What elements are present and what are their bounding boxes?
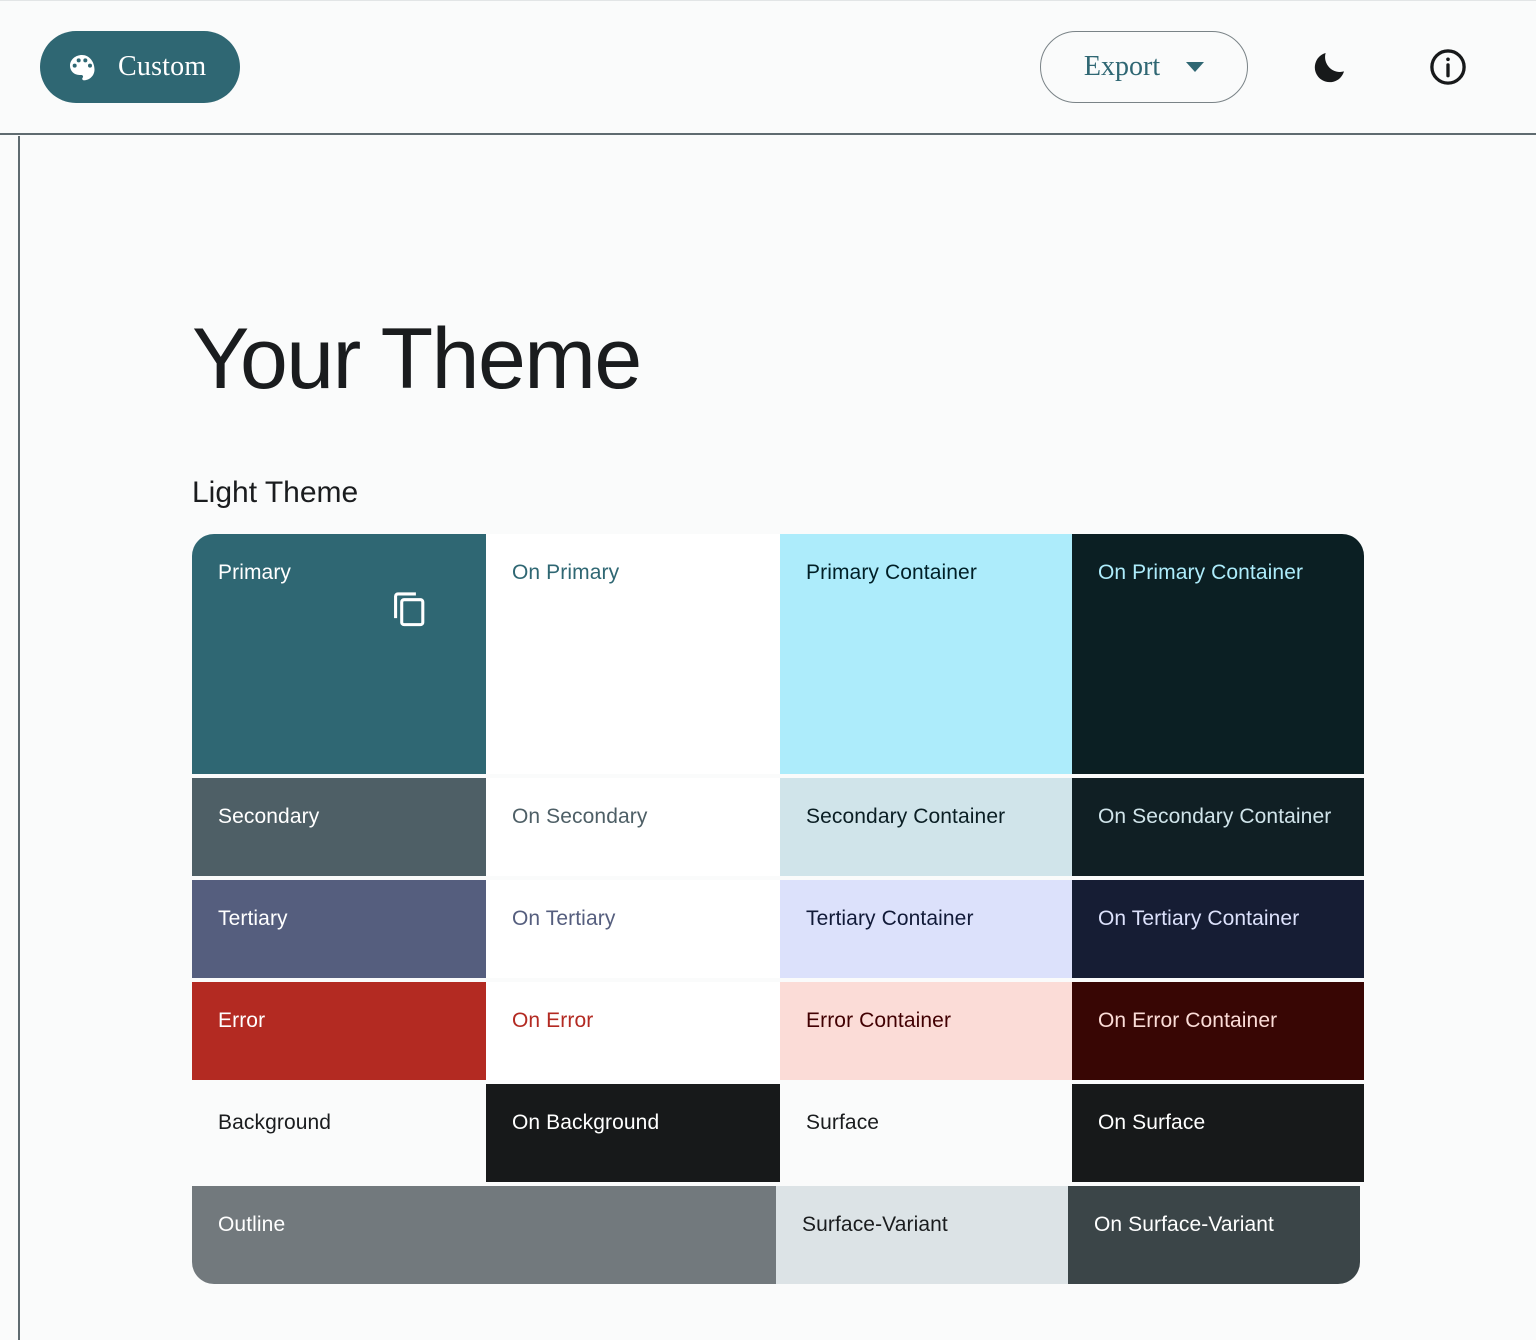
swatch-label: Error bbox=[218, 1008, 265, 1033]
swatch-label: On Surface bbox=[1098, 1110, 1205, 1135]
theme-mode-label: Light Theme bbox=[192, 476, 358, 510]
info-button[interactable] bbox=[1412, 31, 1484, 103]
outline-row: Outline Surface-Variant On Surface-Variant bbox=[192, 1186, 1364, 1284]
swatch-label: Primary bbox=[218, 560, 291, 585]
custom-theme-button-label: Custom bbox=[118, 51, 206, 83]
color-swatch-grid: Primary On Primary Primary Container On Pri… bbox=[192, 534, 1364, 1284]
swatch-on-surface[interactable]: On Surface bbox=[1072, 1084, 1364, 1182]
info-circle-icon bbox=[1427, 46, 1469, 88]
swatch-on-primary-container[interactable]: On Primary Container bbox=[1072, 534, 1364, 774]
swatch-label: On Tertiary Container bbox=[1098, 906, 1299, 931]
swatch-error-container[interactable]: Error Container bbox=[780, 982, 1072, 1080]
swatch-surface-variant[interactable]: Surface-Variant bbox=[776, 1186, 1068, 1284]
swatch-on-tertiary[interactable]: On Tertiary bbox=[486, 880, 780, 978]
custom-theme-button[interactable]: Custom bbox=[40, 31, 240, 103]
export-button[interactable]: Export bbox=[1040, 31, 1248, 103]
swatch-label: Background bbox=[218, 1110, 331, 1135]
swatch-label: Error Container bbox=[806, 1008, 951, 1033]
swatch-label: On Error Container bbox=[1098, 1008, 1277, 1033]
swatch-secondary-container[interactable]: Secondary Container bbox=[780, 778, 1072, 876]
swatch-on-background[interactable]: On Background bbox=[486, 1084, 780, 1182]
swatch-label: On Primary Container bbox=[1098, 560, 1303, 585]
page-title: Your Theme bbox=[192, 316, 641, 402]
swatch-on-secondary[interactable]: On Secondary bbox=[486, 778, 780, 876]
swatch-tertiary-container[interactable]: Tertiary Container bbox=[780, 880, 1072, 978]
primary-row: Primary On Primary Primary Container On Pri… bbox=[192, 534, 1364, 774]
chevron-down-icon bbox=[1186, 62, 1204, 72]
swatch-label: Surface-Variant bbox=[802, 1212, 948, 1237]
copy-icon[interactable] bbox=[386, 584, 432, 630]
swatch-error[interactable]: Error bbox=[192, 982, 486, 1080]
top-bar-actions: Export bbox=[1040, 31, 1484, 103]
moon-icon bbox=[1309, 46, 1351, 88]
secondary-row: Secondary On Secondary Secondary Container… bbox=[192, 778, 1364, 876]
swatch-primary-container[interactable]: Primary Container bbox=[780, 534, 1072, 774]
swatch-on-error-container[interactable]: On Error Container bbox=[1072, 982, 1364, 1080]
swatch-outline[interactable]: Outline bbox=[192, 1186, 776, 1284]
export-button-label: Export bbox=[1084, 51, 1160, 83]
swatch-label: Outline bbox=[218, 1212, 285, 1237]
swatch-label: On Secondary bbox=[512, 804, 647, 829]
swatch-secondary[interactable]: Secondary bbox=[192, 778, 486, 876]
swatch-tertiary[interactable]: Tertiary bbox=[192, 880, 486, 978]
tertiary-row: Tertiary On Tertiary Tertiary Container On … bbox=[192, 880, 1364, 978]
swatch-surface[interactable]: Surface bbox=[780, 1084, 1072, 1182]
dark-mode-toggle[interactable] bbox=[1294, 31, 1366, 103]
swatch-label: On Primary bbox=[512, 560, 619, 585]
theme-preview-panel: Your Theme Light Theme Primary On Primary… bbox=[20, 136, 1536, 1340]
swatch-primary[interactable]: Primary bbox=[192, 534, 486, 774]
swatch-label: Secondary Container bbox=[806, 804, 1005, 829]
palette-icon bbox=[66, 51, 98, 83]
error-row: Error On Error Error Container On Error Con… bbox=[192, 982, 1364, 1080]
top-app-bar: Custom Export bbox=[0, 0, 1536, 135]
swatch-on-surface-variant[interactable]: On Surface-Variant bbox=[1068, 1186, 1360, 1284]
swatch-label: Primary Container bbox=[806, 560, 977, 585]
swatch-label: On Tertiary bbox=[512, 906, 615, 931]
swatch-label: Tertiary Container bbox=[806, 906, 974, 931]
background-surface-row: Background On Background Surface On Surface bbox=[192, 1084, 1364, 1182]
swatch-on-error[interactable]: On Error bbox=[486, 982, 780, 1080]
swatch-label: On Error bbox=[512, 1008, 593, 1033]
swatch-background[interactable]: Background bbox=[192, 1084, 486, 1182]
swatch-label: Surface bbox=[806, 1110, 879, 1135]
swatch-on-primary[interactable]: On Primary bbox=[486, 534, 780, 774]
swatch-on-tertiary-container[interactable]: On Tertiary Container bbox=[1072, 880, 1364, 978]
swatch-label: On Secondary Container bbox=[1098, 804, 1331, 829]
swatch-label: On Surface-Variant bbox=[1094, 1212, 1274, 1237]
swatch-on-secondary-container[interactable]: On Secondary Container bbox=[1072, 778, 1364, 876]
swatch-label: Tertiary bbox=[218, 906, 288, 931]
swatch-label: Secondary bbox=[218, 804, 319, 829]
swatch-label: On Background bbox=[512, 1110, 659, 1135]
